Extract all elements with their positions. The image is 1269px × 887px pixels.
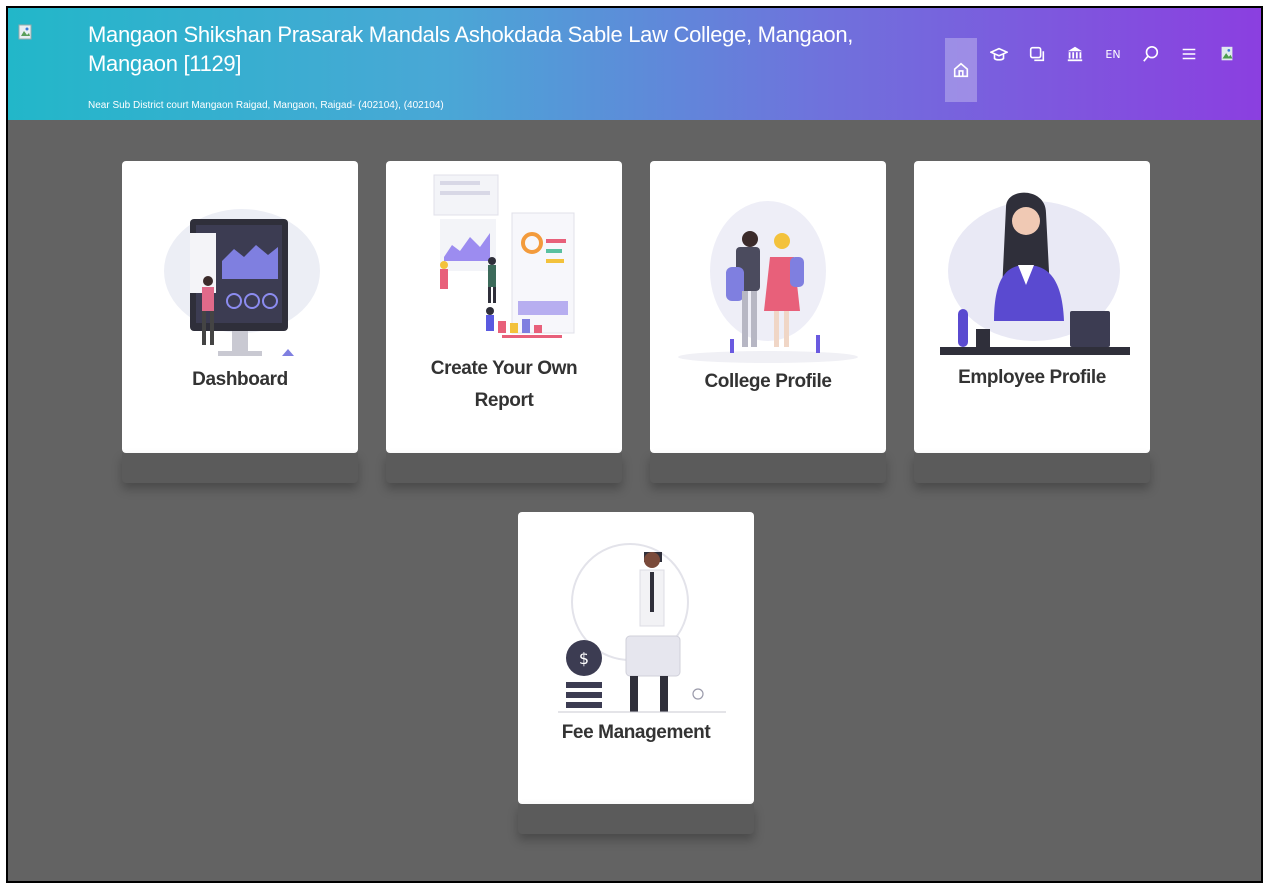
fee-management-illustration: $ <box>558 543 726 713</box>
tile-dashboard-label: Dashboard <box>192 369 288 390</box>
college-title: Mangaon Shikshan Prasarak Mandals Ashokd… <box>88 22 854 76</box>
tile-create-report-label: Create Your Own Report <box>430 358 578 411</box>
graduation-cap-icon[interactable] <box>983 38 1015 70</box>
tile-college-profile[interactable]: College Profile <box>650 161 886 453</box>
tile-employee-footer <box>914 453 1150 483</box>
tile-college-footer <box>650 453 886 483</box>
copy-icon[interactable] <box>1021 38 1053 70</box>
college-address: Near Sub District court Mangaon Raigad, … <box>88 100 444 111</box>
tile-fee-management-label: Fee Management <box>561 722 711 743</box>
tile-report-footer <box>386 453 622 483</box>
dashboard-illustration <box>164 209 320 356</box>
tile-create-report[interactable]: Create Your Own Report <box>386 161 622 453</box>
header-bar: Mangaon Shikshan Prasarak Mandals Ashokd… <box>8 8 1261 120</box>
menu-icon[interactable] <box>1173 38 1205 70</box>
tile-fee-footer <box>518 804 754 834</box>
avatar[interactable] <box>1211 38 1243 70</box>
bank-icon[interactable] <box>1059 38 1091 70</box>
app-window: Mangaon Shikshan Prasarak Mandals Ashokd… <box>6 6 1263 883</box>
home-icon[interactable] <box>945 38 977 102</box>
language-selector[interactable]: EN <box>1097 38 1129 70</box>
tile-college-profile-label: College Profile <box>704 371 832 392</box>
tile-dashboard-footer <box>122 453 358 483</box>
college-profile-illustration <box>678 201 858 363</box>
tile-dashboard[interactable]: Dashboard <box>122 161 358 453</box>
header-toolbar: EN <box>939 38 1243 102</box>
svg-text:$: $ <box>579 649 589 668</box>
tile-employee-profile-label: Employee Profile <box>958 367 1106 388</box>
employee-profile-illustration <box>940 192 1130 355</box>
search-icon[interactable] <box>1135 38 1167 70</box>
college-logo-image <box>18 24 32 40</box>
tile-employee-profile[interactable]: Employee Profile <box>914 161 1150 453</box>
tile-fee-management[interactable]: $ Fee Management <box>518 512 754 804</box>
